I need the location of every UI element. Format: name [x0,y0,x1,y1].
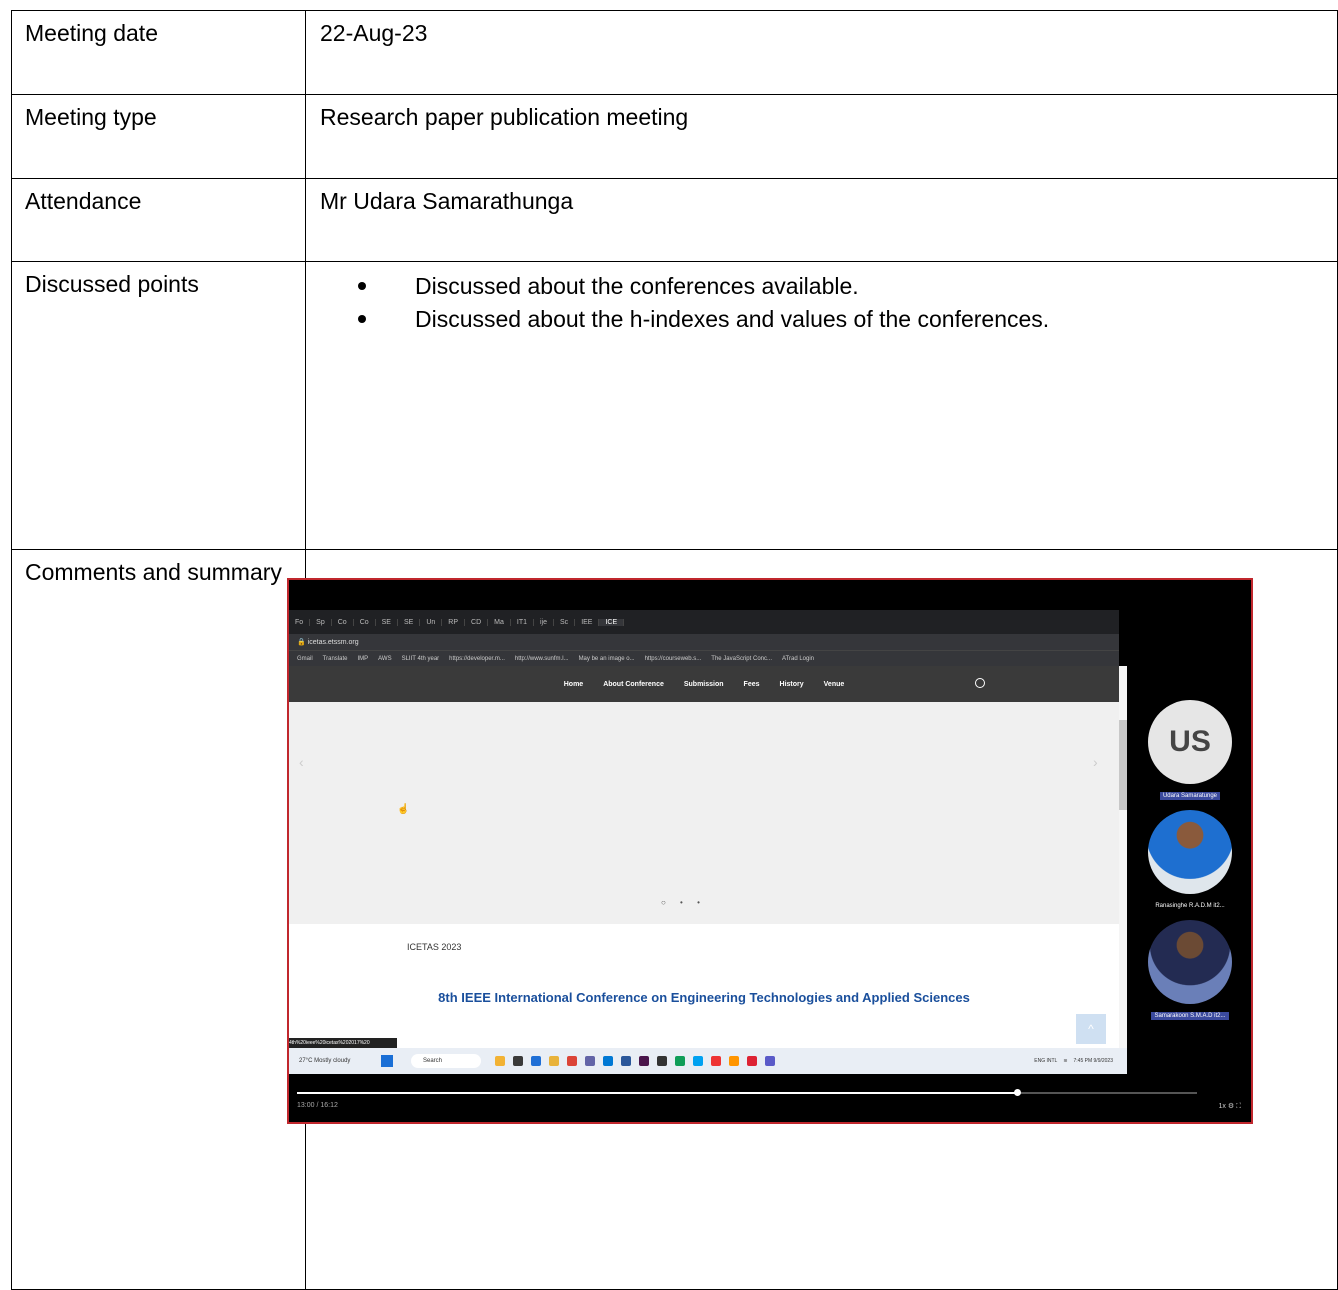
clock-text: 7:45 PM 9/9/2023 [1073,1058,1113,1064]
status-url: 4th%20ieee%20icetas%202017%20 [289,1038,397,1048]
search-icon [975,678,985,688]
attendance-label: Attendance [11,178,306,262]
slider-dots: ○ • • [661,898,706,907]
video-settings-icon: 1x ⚙ ⛶ [1218,1103,1241,1110]
time-code: 13:00 / 16:12 [297,1102,338,1109]
meeting-type-label: Meeting type [11,94,306,179]
taskbar-search: Search [411,1054,481,1068]
site-content: ICETAS 2023 8th IEEE International Confe… [289,924,1119,1048]
nav-item: Home [563,680,584,688]
taskbar-app-icons [495,1056,775,1066]
meeting-date-label: Meeting date [11,10,306,95]
meeting-date-row: Meeting date 22-Aug-23 [11,10,1338,95]
system-tray: ENG INTL ≋ 7:45 PM 9/9/2023 [1034,1058,1113,1064]
attendance-row: Attendance Mr Udara Samarathunga [11,178,1338,262]
discussed-points-row: Discussed points Discussed about the con… [11,261,1338,550]
progress-knob [1014,1089,1021,1096]
avatar: US [1148,700,1232,784]
participant-name: Samarakoon S.M.A.D it2... [1151,1012,1229,1020]
meeting-date-value: 22-Aug-23 [305,10,1338,95]
weather-text: 27°C Mostly cloudy [299,1058,351,1064]
meeting-type-value: Research paper publication meeting [305,94,1338,179]
bookmarks-bar: Gmail Translate IMP AWS SLIIT 4th year https:… [289,650,1119,666]
cursor-icon: ☝ [397,804,410,815]
participant-tile: Ranasinghe R.A.D.M it2... [1135,810,1245,912]
embedded-meeting-screenshot: Fo Sp Co Co SE SE Un RP CD Ma IT1 ije Sc IEE ICE 🔒 ice… [287,578,1253,1124]
discussed-points-cell: Discussed about the conferences availabl… [305,261,1338,550]
list-item: Discussed about the conferences availabl… [358,270,1337,303]
lock-icon: 🔒 [297,639,306,646]
hero-slider: ‹ › ☝ [289,702,1119,924]
site-subtitle: ICETAS 2023 [407,942,462,952]
browser-tab-bar: Fo Sp Co Co SE SE Un RP CD Ma IT1 ije Sc IEE ICE [289,610,1119,634]
windows-start-icon [381,1055,393,1067]
avatar [1148,920,1232,1004]
attendance-value: Mr Udara Samarathunga [305,178,1338,262]
chevron-right-icon: › [1093,754,1098,770]
participant-name: Ranasinghe R.A.D.M it2... [1155,903,1225,909]
meeting-type-row: Meeting type Research paper publication … [11,94,1338,179]
site-nav: Home About Conference Submission Fees Hi… [289,666,1119,702]
avatar [1148,810,1232,894]
language-indicator: ENG INTL [1034,1058,1058,1064]
nav-item: History [779,680,804,688]
nav-item: Submission [683,680,724,688]
discussed-points-list: Discussed about the conferences availabl… [320,270,1337,336]
video-progress-bar [297,1092,1197,1094]
nav-item: Fees [743,680,760,688]
nav-item: About Conference [603,680,664,688]
list-item: Discussed about the h-indexes and values… [358,303,1337,336]
discussed-points-label: Discussed points [11,261,306,550]
comments-label: Comments and summary [11,549,306,1290]
address-bar: 🔒 icetas.etssm.org [289,634,1119,650]
windows-taskbar: 27°C Mostly cloudy Search ENG INTL ≋ 7:4… [289,1048,1127,1074]
nav-item: Venue [823,680,845,688]
participant-tile: US Udara Samaratunge [1135,700,1245,802]
wifi-icon: ≋ [1063,1058,1068,1064]
scrollbar-thumb [1119,720,1127,810]
url-text: icetas.etssm.org [307,638,359,646]
participant-tile: Samarakoon S.M.A.D it2... [1135,920,1245,1022]
chevron-left-icon: ‹ [299,754,304,770]
scroll-top-icon: ^ [1076,1014,1106,1044]
participant-name: Udara Samaratunge [1159,792,1221,800]
site-title: 8th IEEE International Conference on Eng… [438,990,970,1005]
